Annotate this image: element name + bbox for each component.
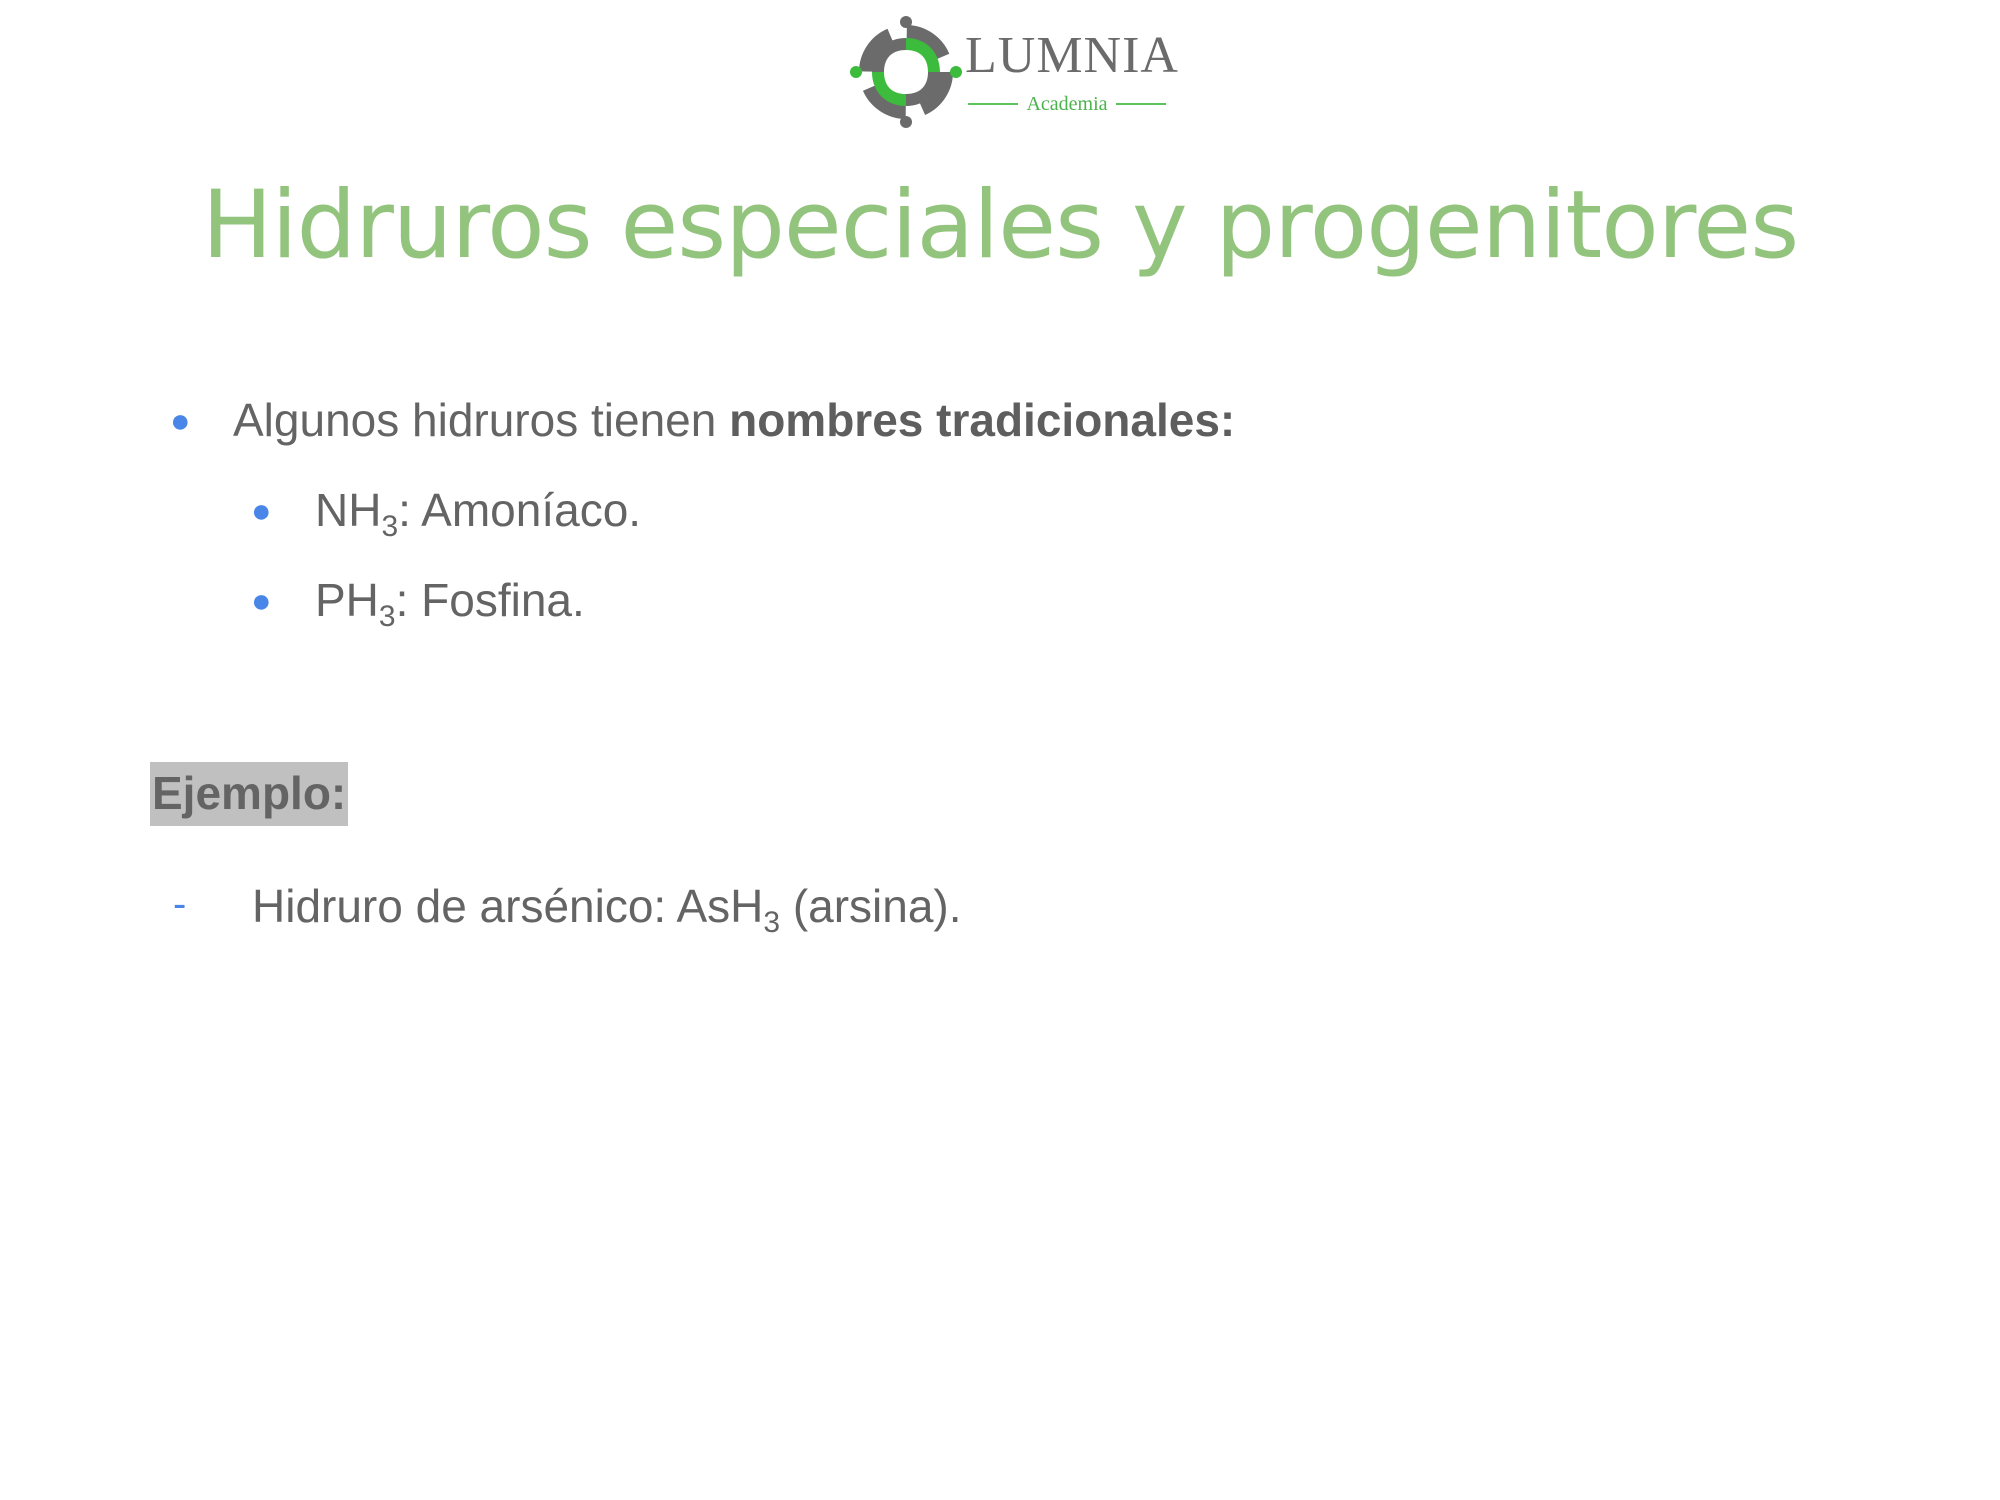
formula-name: : Fosfina. [395,574,585,626]
logo-mark-icon [850,16,962,128]
formula-subscript: 3 [381,510,399,543]
logo-name: LUMNIA [965,27,1179,84]
formula-base: NH [315,484,382,536]
logo-rule-right [1115,103,1167,105]
example-text: Hidruro de arsénico: AsH [252,880,764,932]
formula-subscript: 3 [378,600,396,633]
intro-bold: nombres tradicionales: [729,394,1236,446]
slide-title: Hidruros especiales y progenitores [201,171,1799,280]
example-line: Hidruro de arsénico: AsH3 (arsina). [252,880,962,938]
formula-base: PH [315,574,379,626]
lumnia-logo: LUMNIA Academia [850,16,1180,131]
logo-rule-left [968,103,1019,105]
bullet-icon: ● [170,402,191,440]
bullet-icon: ● [251,582,272,620]
list-item-nh3: NH3: Amoníaco. [315,484,642,542]
intro-text: Algunos hidruros tienen [233,394,730,446]
formula-name: : Amoníaco. [398,484,642,536]
example-text-after: (arsina). [780,880,962,932]
bullet-icon: ● [251,492,272,530]
logo-subtitle: Academia [968,93,1167,115]
intro-line: Algunos hidruros tienen nombres tradicio… [233,397,1235,443]
example-label: Ejemplo: [150,762,349,826]
dash-bullet-icon: - [173,882,187,926]
logo-subtitle-text: Academia [1026,93,1108,115]
example-subscript: 3 [763,906,781,939]
list-item-ph3: PH3: Fosfina. [315,574,585,632]
